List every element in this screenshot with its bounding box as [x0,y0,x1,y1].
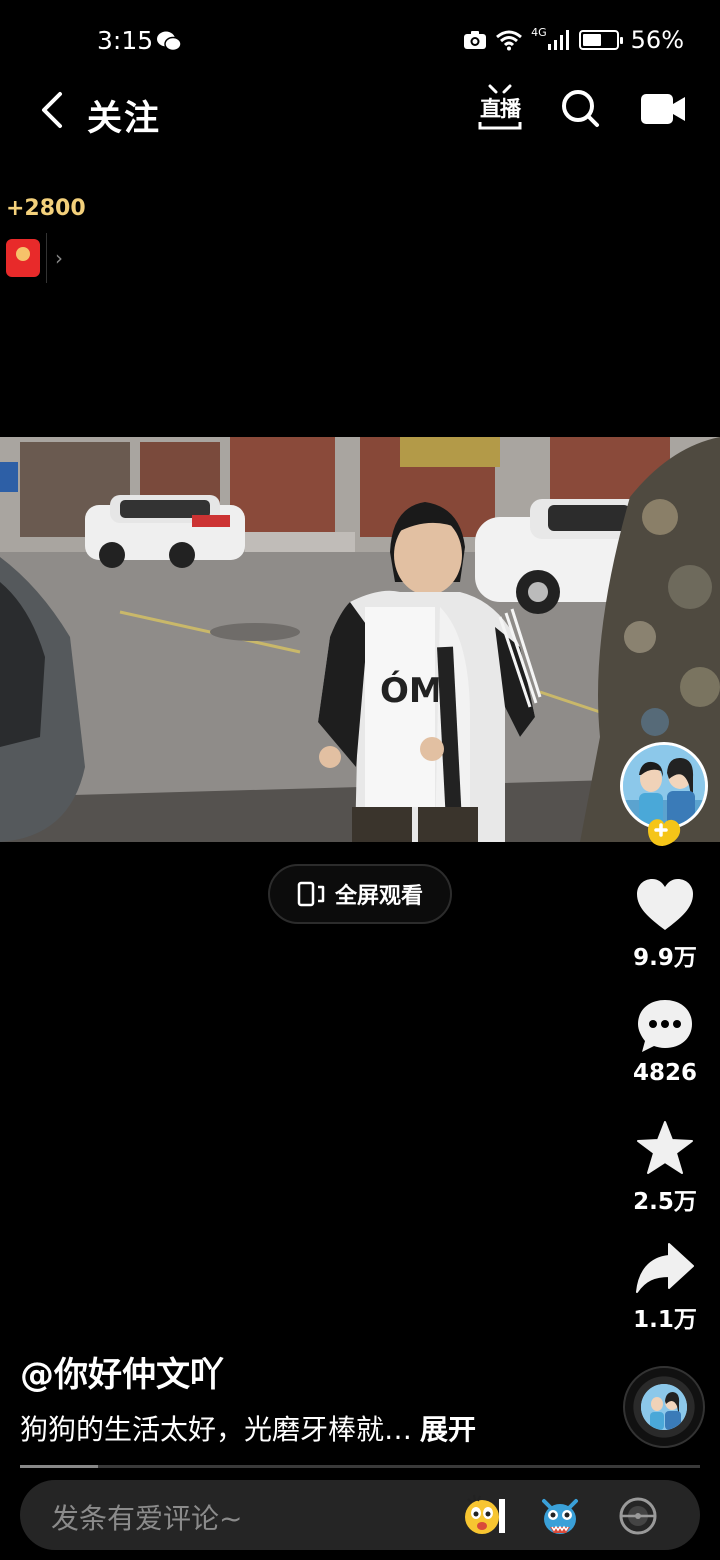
heart-icon [637,879,693,930]
progress-fill [20,1465,99,1468]
music-cover-image [641,1384,687,1430]
video-player[interactable]: ÓMA [0,437,720,842]
divider [46,233,47,283]
screen: 3:15 4G 56% 关注 直播 +2800 › ÓMA 全屏观看 9.9万 … [0,0,720,1560]
reward-amount: +2800 [6,196,86,221]
share-count: 1.1万 [633,1307,697,1333]
chevron-right-icon: › [55,246,63,270]
search-icon[interactable] [560,88,600,128]
video-camera-icon[interactable] [640,92,686,126]
fullscreen-icon [297,881,325,907]
share-button[interactable]: 1.1万 [610,1242,720,1334]
comment-bar[interactable]: 发条有爱评论~ [20,1480,700,1550]
author-name[interactable]: @你好仲文吖 [20,1347,224,1396]
network-type: 4G [531,26,547,39]
comment-button[interactable]: 4826 [610,998,720,1086]
battery-icon [578,30,623,50]
like-count: 9.9万 [633,945,697,971]
status-time: 3:15 [97,26,154,55]
page-title[interactable]: 关注 [87,90,161,141]
like-button[interactable]: 9.9万 [610,878,720,972]
status-icons: 4G 56% [463,26,684,54]
wifi-icon [496,30,523,51]
video-frame: ÓMA [0,437,720,842]
live-label: 直播 [480,97,521,121]
red-packet-reward[interactable]: +2800 › [6,196,86,283]
fullscreen-label: 全屏观看 [334,884,423,909]
status-bar: 3:15 4G 56% [0,0,720,84]
emoji-shocked-icon[interactable] [462,1493,506,1537]
wechat-icon [157,31,182,52]
camera-status-icon [464,31,487,49]
favorite-count: 2.5万 [633,1189,697,1215]
expand-link[interactable]: 展开 [420,1413,476,1446]
caption-text: 狗狗的生活太好，光磨牙棒就… [20,1413,413,1446]
music-cover [641,1384,687,1430]
red-packet-icon [6,239,40,277]
signal-icon [547,30,569,50]
follow-plus-icon[interactable] [640,812,684,848]
favorite-button[interactable]: 2.5万 [610,1120,720,1216]
emoji-dragon-icon[interactable] [540,1493,580,1537]
star-icon [637,1121,693,1174]
video-progress-bar[interactable] [20,1465,700,1468]
caption: 狗狗的生活太好，光磨牙棒就… 展开 [20,1408,476,1448]
music-disc[interactable] [623,1366,705,1448]
comment-input[interactable]: 发条有爱评论~ [51,1497,242,1537]
back-icon[interactable] [38,90,66,130]
fullscreen-button[interactable]: 全屏观看 [268,864,452,924]
battery-level [582,34,601,46]
battery-percent: 56% [630,26,684,54]
live-button[interactable]: 直播 [478,84,522,132]
at-mention-icon[interactable] [618,1496,658,1536]
comment-count: 4826 [632,1060,697,1086]
share-icon [636,1243,694,1293]
comment-icon [638,1000,692,1052]
top-nav: 关注 直播 [0,84,720,141]
